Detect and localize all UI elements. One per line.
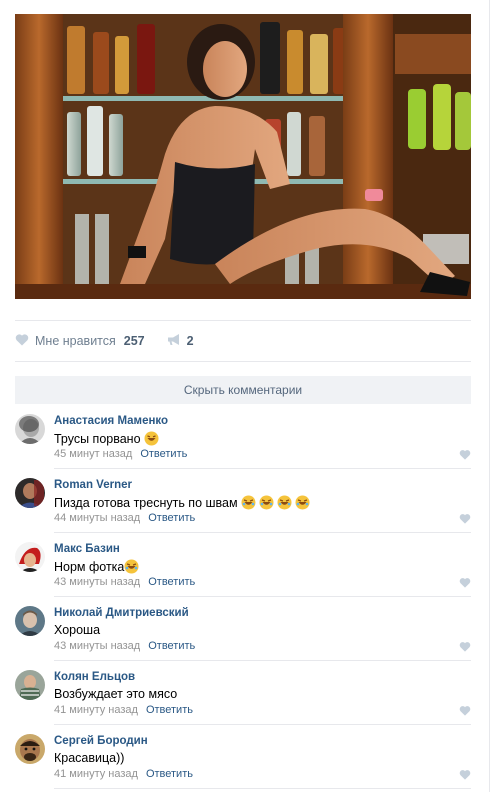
comment-time[interactable]: 43 минуты назад [54, 576, 140, 588]
divider [15, 320, 471, 321]
comment-text-body: Трусы порвано [54, 431, 141, 446]
comment-meta: 43 минуты назад Ответить [54, 640, 195, 652]
comment-meta: 44 минуты назад Ответить [54, 512, 195, 524]
heart-icon[interactable] [459, 705, 471, 719]
comment: Roman Verner Пизда готова треснуть по шв… [15, 469, 471, 533]
comment-meta: 41 минуту назад Ответить [54, 768, 193, 780]
laughing-emoji-icon [259, 495, 274, 510]
laughing-emoji-icon [241, 495, 256, 510]
comment-text: Норм фотка [54, 559, 139, 574]
comment-meta: 41 минуту назад Ответить [54, 704, 193, 716]
heart-icon [15, 333, 29, 349]
comment-meta: 45 минут назад Ответить [54, 448, 187, 460]
comment-text-body: Красавица)) [54, 751, 125, 765]
comment-author[interactable]: Сергей Бородин [54, 735, 148, 747]
comment-separator [54, 788, 471, 789]
reply-link[interactable]: Ответить [146, 704, 193, 716]
comment-time[interactable]: 44 минуты назад [54, 512, 140, 524]
comment: Макс Базин Норм фотка 43 минуты назад Отв… [15, 533, 471, 597]
avatar[interactable] [15, 606, 45, 636]
comment-text-body: Норм фотка [54, 559, 125, 574]
comment-author[interactable]: Колян Ельцов [54, 671, 135, 683]
laughing-emoji-icon [277, 495, 292, 510]
comment-author[interactable]: Roman Verner [54, 479, 132, 491]
comment-text: Возбуждает это мясо [54, 687, 177, 701]
avatar[interactable] [15, 478, 45, 508]
heart-icon[interactable] [459, 449, 471, 463]
comment: Колян Ельцов Возбуждает это мясо 41 мину… [15, 661, 471, 725]
megaphone-icon [167, 333, 182, 349]
reply-link[interactable]: Ответить [148, 576, 195, 588]
post-actions-bar: Мне нравится 257 2 [15, 330, 194, 352]
avatar[interactable] [15, 734, 45, 764]
reply-link[interactable]: Ответить [140, 448, 187, 460]
bar-photo-illustration [15, 14, 471, 299]
avatar[interactable] [15, 542, 45, 572]
divider [15, 361, 471, 362]
like-count: 257 [123, 334, 145, 348]
comment-text-body: Пизда готова треснуть по швам [54, 495, 238, 510]
hide-comments-button[interactable]: Скрыть комментарии [15, 376, 471, 404]
reply-link[interactable]: Ответить [146, 768, 193, 780]
reply-link[interactable]: Ответить [148, 512, 195, 524]
laughing-emoji-icon [295, 495, 310, 510]
comment-text: Хороша [54, 623, 100, 637]
comment-author[interactable]: Макс Базин [54, 543, 120, 555]
heart-icon[interactable] [459, 577, 471, 591]
reply-link[interactable]: Ответить [148, 640, 195, 652]
wall-post: Мне нравится 257 2 Скрыть комментарии Ан… [0, 0, 490, 792]
comment-text: Пизда готова треснуть по швам [54, 495, 310, 510]
laughing-emoji-icon [144, 431, 159, 446]
comment-text: Трусы порвано [54, 431, 159, 446]
share-button[interactable]: 2 [167, 333, 194, 349]
share-count: 2 [186, 334, 194, 348]
comment-time[interactable]: 41 минуту назад [54, 768, 138, 780]
comment-author[interactable]: Анастасия Маменко [54, 415, 168, 427]
heart-icon[interactable] [459, 769, 471, 783]
comment-time[interactable]: 41 минуту назад [54, 704, 138, 716]
avatar[interactable] [15, 670, 45, 700]
comment-meta: 43 минуты назад Ответить [54, 576, 195, 588]
like-button[interactable]: Мне нравится 257 [15, 333, 145, 349]
comment-text-body: Возбуждает это мясо [54, 687, 178, 701]
comment: Николай Дмитриевский Хороша 43 минуты на… [15, 597, 471, 661]
post-photo[interactable] [15, 14, 471, 299]
heart-icon[interactable] [459, 641, 471, 655]
comment-text-body: Хороша [54, 623, 101, 637]
laughing-emoji-icon [124, 559, 139, 574]
avatar[interactable] [15, 414, 45, 444]
comment-text: Красавица)) [54, 751, 124, 765]
heart-icon[interactable] [459, 513, 471, 527]
like-label: Мне нравится [35, 334, 116, 348]
comment: Сергей Бородин Красавица)) 41 минуту наз… [15, 725, 471, 789]
comment-time[interactable]: 45 минут назад [54, 448, 132, 460]
comment-author[interactable]: Николай Дмитриевский [54, 607, 189, 619]
comment-time[interactable]: 43 минуты назад [54, 640, 140, 652]
comment: Анастасия Маменко Трусы порвано 45 минут… [15, 405, 471, 469]
